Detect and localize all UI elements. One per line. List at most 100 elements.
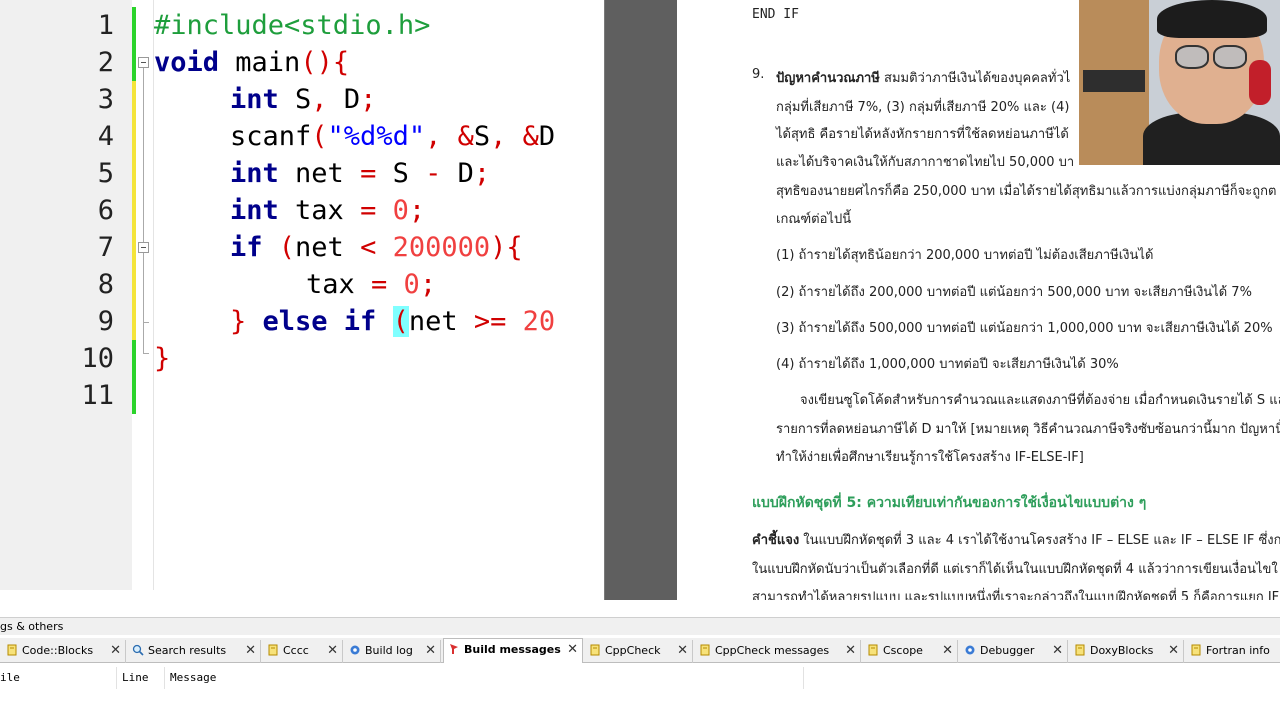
- code-token: ;: [408, 195, 426, 226]
- glasses: [1213, 45, 1247, 69]
- code-line[interactable]: 5 int net = S - D;: [0, 155, 604, 192]
- code-token: 0: [376, 195, 409, 226]
- section-heading: แบบฝึกหัดชุดที่ 5: ความเทียบเท่ากันของกา…: [752, 495, 1147, 511]
- tab-label: Code::Blocks: [22, 644, 94, 657]
- tab-doxyblocks[interactable]: DoxyBlocks ✕: [1070, 640, 1184, 663]
- column-header-message[interactable]: Message: [170, 671, 216, 684]
- code-token: >=: [473, 306, 507, 337]
- note-icon: [1191, 644, 1201, 656]
- paragraph-text: สมมติว่าภาษีเงินได้ของบุคคลทั่วไ: [884, 71, 1071, 86]
- code-token: int: [230, 158, 279, 189]
- code-token: , &: [425, 121, 474, 152]
- note-icon: [1075, 644, 1085, 656]
- brace-highlight: (: [392, 306, 409, 337]
- code-line[interactable]: 8 tax = 0;: [0, 266, 604, 303]
- code-token: =: [371, 269, 388, 300]
- code-token: net: [278, 158, 361, 189]
- tab-cccc[interactable]: Cccc ✕: [263, 640, 343, 663]
- code-line[interactable]: 4 scanf("%d%d", &S, &D: [0, 118, 604, 155]
- condition-line: (1) ถ้ารายได้สุทธิน้อยกว่า 200,000 บาทต่…: [776, 248, 1154, 263]
- line-number: 6: [97, 195, 114, 226]
- logs-panel-title: gs & others: [0, 617, 1280, 635]
- code-token: int: [230, 84, 279, 115]
- glasses: [1175, 45, 1209, 69]
- code-token: -: [425, 158, 442, 189]
- condition-line: (4) ถ้ารายได้ถึง 1,000,000 บาทต่อปี จะเส…: [776, 357, 1119, 372]
- tab-code-blocks[interactable]: Code::Blocks ✕: [2, 640, 126, 663]
- paragraph-line: คำชี้แจง ในแบบฝึกหัดชุดที่ 3 และ 4 เราได…: [752, 529, 1280, 550]
- column-divider[interactable]: [164, 667, 165, 689]
- tab-label: CppCheck messages: [715, 644, 830, 657]
- condition-line: (3) ถ้ารายได้ถึง 500,000 บาทต่อปี แต่น้อ…: [776, 321, 1273, 336]
- line-number: 4: [97, 121, 114, 152]
- tab-build-messages[interactable]: Build messages ✕: [443, 638, 583, 663]
- headset: [1249, 60, 1271, 105]
- tab-label: DoxyBlocks: [1090, 644, 1154, 657]
- tab-cscope[interactable]: Cscope ✕: [863, 640, 958, 663]
- tab-label: Build log: [365, 644, 413, 657]
- close-icon[interactable]: ✕: [327, 640, 338, 662]
- line-number: 1: [97, 10, 114, 41]
- tab-fortran-info[interactable]: Fortran info: [1186, 640, 1280, 663]
- note-icon: [590, 644, 600, 656]
- tab-debugger[interactable]: Debugger ✕: [960, 640, 1068, 663]
- build-messages-table[interactable]: ile Line Message: [0, 663, 1280, 720]
- logs-panel-title-text: gs & others: [0, 620, 64, 633]
- code-line[interactable]: 11: [0, 377, 604, 414]
- code-token: ){: [490, 232, 523, 263]
- paragraph-line: ทำให้ง่ายเพื่อศึกษาเรียนรู้การใช้โครงสร้…: [776, 450, 1084, 465]
- close-icon[interactable]: ✕: [942, 640, 953, 662]
- code-token: D: [327, 84, 361, 115]
- code-line[interactable]: 10 }: [0, 340, 604, 377]
- column-header-line[interactable]: Line: [122, 671, 149, 684]
- close-icon[interactable]: ✕: [845, 640, 856, 662]
- column-divider[interactable]: [803, 667, 804, 689]
- close-icon[interactable]: ✕: [245, 640, 256, 662]
- code-line[interactable]: 7 if (net < 200000){: [0, 229, 604, 266]
- column-header-file[interactable]: ile: [0, 671, 20, 684]
- tab-search-results[interactable]: Search results ✕: [128, 640, 261, 663]
- code-line[interactable]: 2 void main(){: [0, 44, 604, 81]
- tab-label: Cscope: [883, 644, 923, 657]
- close-icon[interactable]: ✕: [425, 640, 436, 662]
- close-icon[interactable]: ✕: [567, 639, 578, 661]
- paragraph-line: สามารถทำได้หลายรูปแบบ และรูปแบบหนึ่งที่เ…: [752, 590, 1280, 600]
- code-line[interactable]: 1 #include<stdio.h>: [0, 7, 604, 44]
- close-icon[interactable]: ✕: [677, 640, 688, 662]
- line-number: 8: [97, 269, 114, 300]
- paragraph-line: และได้บริจาคเงินให้กับสภากาชาดไทยไป 50,0…: [776, 155, 1075, 170]
- line-number: 3: [97, 84, 114, 115]
- code-token: ;: [473, 158, 491, 189]
- line-number: 2: [97, 47, 114, 78]
- paragraph-line: สุทธิของนายยศไกรก็คือ 250,000 บาท เมื่อไ…: [776, 184, 1277, 199]
- code-token: D: [538, 121, 556, 152]
- paragraph-line: ในแบบฝึกหัดนับว่าเป็นตัวเลือกที่ดี แต่เร…: [752, 562, 1278, 577]
- paragraph-line: ปัญหาคำนวณภาษี สมมติว่าภาษีเงินได้ของบุค…: [776, 67, 1070, 88]
- close-icon[interactable]: ✕: [110, 640, 121, 662]
- column-divider[interactable]: [116, 667, 117, 689]
- paragraph-line: กลุ่มที่เสียภาษี 7%, (3) กลุ่มที่เสียภาษ…: [776, 100, 1070, 115]
- code-editor[interactable]: 1 #include<stdio.h> 2 void main(){ 3 int…: [0, 0, 604, 590]
- code-token: D: [441, 158, 474, 189]
- close-icon[interactable]: ✕: [1168, 640, 1179, 662]
- paragraph-text: ในแบบฝึกหัดชุดที่ 3 และ 4 เราได้ใช้งานโค…: [799, 533, 1280, 548]
- code-line[interactable]: 3 int S, D;: [0, 81, 604, 118]
- tab-cppcheck[interactable]: CppCheck ✕: [585, 640, 693, 663]
- marker-icon: [450, 644, 458, 654]
- tab-cppcheck-messages[interactable]: CppCheck messages ✕: [695, 640, 861, 663]
- pseudocode-text: END IF: [752, 7, 799, 22]
- code-token: }: [230, 306, 247, 337]
- code-token: int: [230, 195, 279, 226]
- code-token: =: [360, 158, 377, 189]
- instruction-label: คำชี้แจง: [752, 533, 800, 548]
- tab-build-log[interactable]: Build log ✕: [345, 640, 441, 663]
- close-icon[interactable]: ✕: [1052, 640, 1063, 662]
- code-token: if: [230, 232, 263, 263]
- paragraph-line: ได้สุทธิ คือรายได้หลังหักรายการที่ใช้ลดห…: [776, 127, 1069, 142]
- code-line[interactable]: 9 } else if (net >= 20: [0, 303, 604, 340]
- code-line[interactable]: 6 int tax = 0;: [0, 192, 604, 229]
- code-token: void: [154, 47, 220, 78]
- line-number: 11: [81, 380, 114, 411]
- webcam-background: [1083, 70, 1145, 92]
- code-token: ,: [311, 84, 328, 115]
